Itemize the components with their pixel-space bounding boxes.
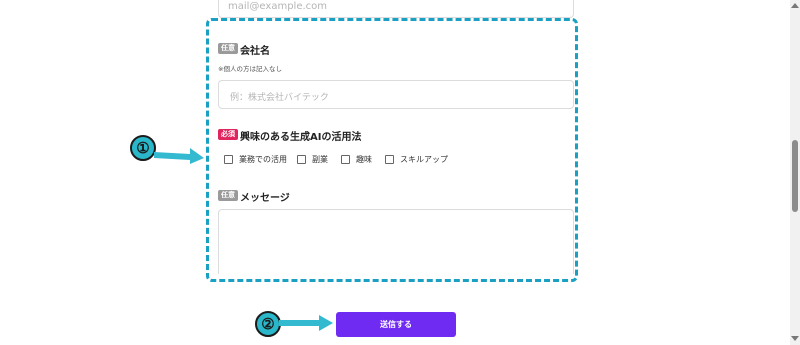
checkbox-business[interactable]: 業務での活用: [224, 154, 287, 165]
step-2-marker: ②: [255, 311, 281, 337]
company-placeholder: 例：株式会社バイテック: [230, 93, 329, 103]
company-input[interactable]: 例：株式会社バイテック: [218, 80, 574, 109]
checkbox-skillup[interactable]: スキルアップ: [385, 154, 448, 165]
checkbox-hobby[interactable]: 趣味: [341, 154, 372, 165]
submit-button[interactable]: 送信する: [336, 312, 456, 337]
checkbox-icon[interactable]: [297, 155, 306, 164]
checkbox-label: 趣味: [356, 155, 372, 164]
checkbox-icon[interactable]: [385, 155, 394, 164]
scroll-up-icon[interactable]: [791, 3, 799, 8]
arrow-1-icon: [154, 148, 204, 164]
required-badge: 必須: [218, 129, 238, 140]
optional-badge: 任意: [218, 190, 238, 201]
checkbox-sidejob[interactable]: 副業: [297, 154, 328, 165]
company-note: ※個人の方は記入なし: [218, 65, 282, 73]
step-1-marker: ①: [130, 135, 156, 161]
checkbox-label: 業務での活用: [239, 155, 287, 164]
email-placeholder: mail@example.com: [228, 1, 328, 12]
interest-label: 興味のある生成AIの活用法: [240, 132, 362, 143]
message-label: メッセージ: [240, 193, 290, 204]
optional-badge: 任意: [218, 43, 238, 54]
scroll-thumb[interactable]: [792, 140, 798, 212]
scrollbar[interactable]: [790, 0, 800, 345]
checkbox-icon[interactable]: [341, 155, 350, 164]
checkbox-icon[interactable]: [224, 155, 233, 164]
checkbox-label: 副業: [312, 155, 328, 164]
checkbox-label: スキルアップ: [400, 155, 448, 164]
scroll-down-icon[interactable]: [791, 336, 799, 341]
email-field[interactable]: mail@example.com: [218, 0, 574, 18]
arrow-2-icon: [279, 315, 333, 331]
company-label: 会社名: [240, 46, 270, 57]
message-textarea[interactable]: [218, 209, 574, 274]
